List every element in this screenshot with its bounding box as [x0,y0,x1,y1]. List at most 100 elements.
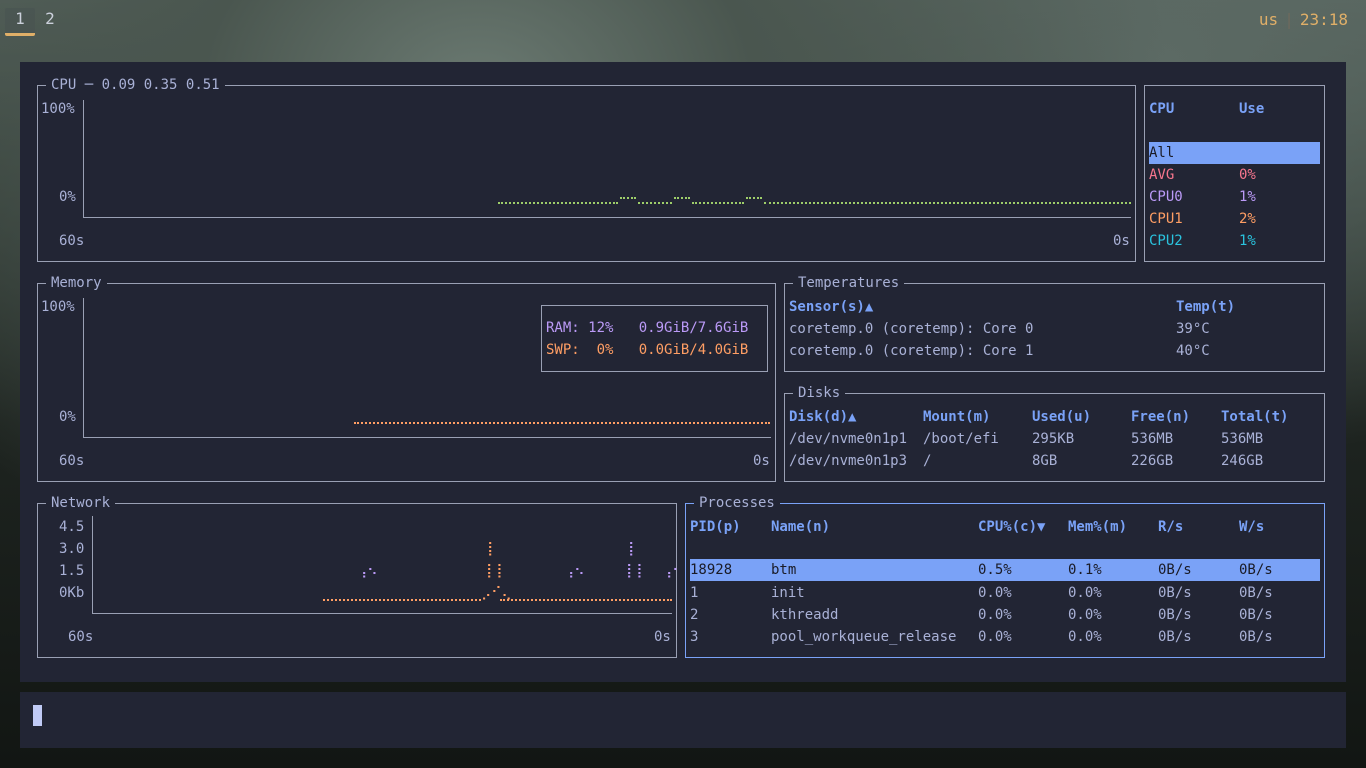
clock[interactable]: 23:18 [1300,10,1348,29]
workspace-2-button[interactable]: 2 [35,8,65,36]
disks-panel[interactable]: Disks Disk(d)▲ Mount(m) Used(u) Free(n) … [784,384,1325,482]
temp-header-temp[interactable]: Temp(t) [1176,298,1235,316]
proc-name[interactable]: pool_workqueue_release [771,628,956,646]
cpu-legend-row-cpu1[interactable]: CPU1 [1149,210,1183,228]
system-tray: us | 23:18 [1259,10,1348,29]
process-row-selected[interactable]: 18928 btm 0.5% 0.1% 0B/s 0B/s [690,559,1320,581]
network-tx-mark: ⢸ [624,541,635,557]
temperatures-panel[interactable]: Temperatures Sensor(s)▲ Temp(t) coretemp… [784,274,1325,372]
network-tx-mark: ⢠⠂ [662,563,683,579]
cpu-legend-row-cpu0[interactable]: CPU0 [1149,188,1183,206]
proc-cpu: 0.0% [978,607,1012,623]
disk-name[interactable]: /dev/nvme0n1p3 [789,452,907,470]
proc-cpu: 0.5% [978,562,1012,578]
proc-header-cpu[interactable]: CPU%(c)▼ [978,518,1045,536]
proc-ws: 0B/s [1239,629,1273,645]
memory-y-min-label: 0% [59,409,76,425]
proc-ws: 0B/s [1239,585,1273,601]
cpu-legend-header-cpu[interactable]: CPU [1149,100,1174,118]
processes-panel-title: Processes [694,494,780,512]
proc-mem: 0.1% [1068,562,1102,578]
disk-header-disk[interactable]: Disk(d)▲ [789,408,856,426]
cpu-graph-line [620,197,636,199]
proc-name: btm [771,562,797,578]
cpu-graph-line [638,202,672,204]
disk-header-free[interactable]: Free(n) [1131,408,1190,426]
proc-header-ws[interactable]: W/s [1239,518,1264,536]
disk-free: 536MB [1131,431,1174,447]
cpu-legend-row-cpu2[interactable]: CPU2 [1149,232,1183,250]
memory-x-start-label: 60s [59,453,85,469]
memory-panel-title: Memory [46,274,107,292]
ram-legend: RAM: 12% 0.9GiB/7.6GiB [546,320,749,336]
cpu-x-end-label: 0s [1113,233,1130,249]
cpu-legend-row-avg[interactable]: AVG [1149,166,1174,184]
cpu-graph-line [764,202,1131,204]
proc-pid[interactable]: 2 [690,606,698,624]
proc-ws: 0B/s [1239,607,1273,623]
network-rx-spike: ⡠⠊⢄ [481,585,512,601]
command-input-bar[interactable] [20,692,1346,748]
proc-header-rs[interactable]: R/s [1158,518,1183,536]
processes-panel[interactable]: Processes PID(p) Name(n) CPU%(c)▼ Mem%(m… [685,494,1325,658]
network-panel[interactable]: Network 4.5 3.0 1.5 0Kb 60s 0s ⡠⠊⢄ ⢸ ⢸⢸ … [37,494,683,658]
cpu-legend-use: 1% [1239,189,1256,205]
network-y-tick: 3.0 [59,541,85,557]
workspace-1-button[interactable]: 1 [5,8,35,36]
disk-name[interactable]: /dev/nvme0n1p1 [789,430,907,448]
cpu-y-min-label: 0% [59,189,76,205]
text-cursor [33,705,42,726]
proc-mem: 0.0% [1068,629,1102,645]
disk-header-total[interactable]: Total(t) [1221,408,1288,426]
terminal-window[interactable]: CPU ─ 0.09 0.35 0.51 100% 0% 60s 0s CPU … [20,62,1346,682]
keyboard-layout[interactable]: us [1259,10,1278,29]
disk-mount: /boot/efi [923,431,999,447]
cpu-legend-use: 0% [1239,167,1256,183]
proc-header-name[interactable]: Name(n) [771,518,830,536]
proc-header-pid[interactable]: PID(p) [690,518,741,536]
temp-value: 39°C [1176,321,1210,337]
memory-y-axis [83,298,84,437]
cpu-panel[interactable]: CPU ─ 0.09 0.35 0.51 100% 0% 60s 0s [37,76,1136,262]
disk-used: 295KB [1032,431,1075,447]
disks-panel-title: Disks [793,384,846,402]
cpu-x-axis [83,217,1131,218]
memory-x-axis [83,437,771,438]
network-panel-title: Network [46,494,116,512]
network-rx-spike: ⢸⢸ [482,563,503,579]
cpu-graph-line [692,202,744,204]
proc-pid[interactable]: 1 [690,584,698,602]
memory-graph-line [354,422,770,424]
disk-header-used[interactable]: Used(u) [1032,408,1091,426]
cpu-legend-row-all[interactable]: All [1149,142,1320,164]
proc-cpu: 0.0% [978,629,1012,645]
proc-mem: 0.0% [1068,607,1102,623]
cpu-graph-line [746,197,762,199]
disk-free: 226GB [1131,453,1174,469]
proc-pid[interactable]: 3 [690,628,698,646]
memory-legend-box: RAM: 12% 0.9GiB/7.6GiB SWP: 0% 0.0GiB/4.… [541,305,768,372]
memory-panel[interactable]: Memory 100% 0% 60s 0s RAM: 12% 0.9GiB/7.… [37,274,776,482]
network-y-axis [92,516,93,613]
disk-header-mount[interactable]: Mount(m) [923,408,990,426]
cpu-legend-use: 2% [1239,211,1256,227]
proc-name[interactable]: kthreadd [771,606,838,624]
proc-name[interactable]: init [771,584,805,602]
temperatures-panel-title: Temperatures [793,274,905,292]
proc-header-mem[interactable]: Mem%(m) [1068,518,1127,536]
temp-sensor-name[interactable]: coretemp.0 (coretemp): Core 1 [789,342,1033,360]
proc-rs: 0B/s [1158,607,1192,623]
memory-x-end-label: 0s [753,453,770,469]
network-tx-mark: ⢠⠢ [357,563,378,579]
temp-sensor-name[interactable]: coretemp.0 (coretemp): Core 0 [789,320,1033,338]
cpu-legend-header-use[interactable]: Use [1239,100,1264,118]
network-tx-mark: ⢠⠢ [564,563,585,579]
cpu-legend-panel[interactable]: CPU Use All AVG 0% CPU0 1% CPU1 2% CPU2 … [1144,85,1325,262]
disk-total: 536MB [1221,431,1264,447]
network-y-tick: 4.5 [59,519,85,535]
cpu-y-axis [83,100,84,217]
cpu-y-max-label: 100% [41,101,75,117]
network-x-end-label: 0s [654,629,671,645]
network-y-tick: 1.5 [59,563,85,579]
temp-header-sensor[interactable]: Sensor(s)▲ [789,298,873,316]
